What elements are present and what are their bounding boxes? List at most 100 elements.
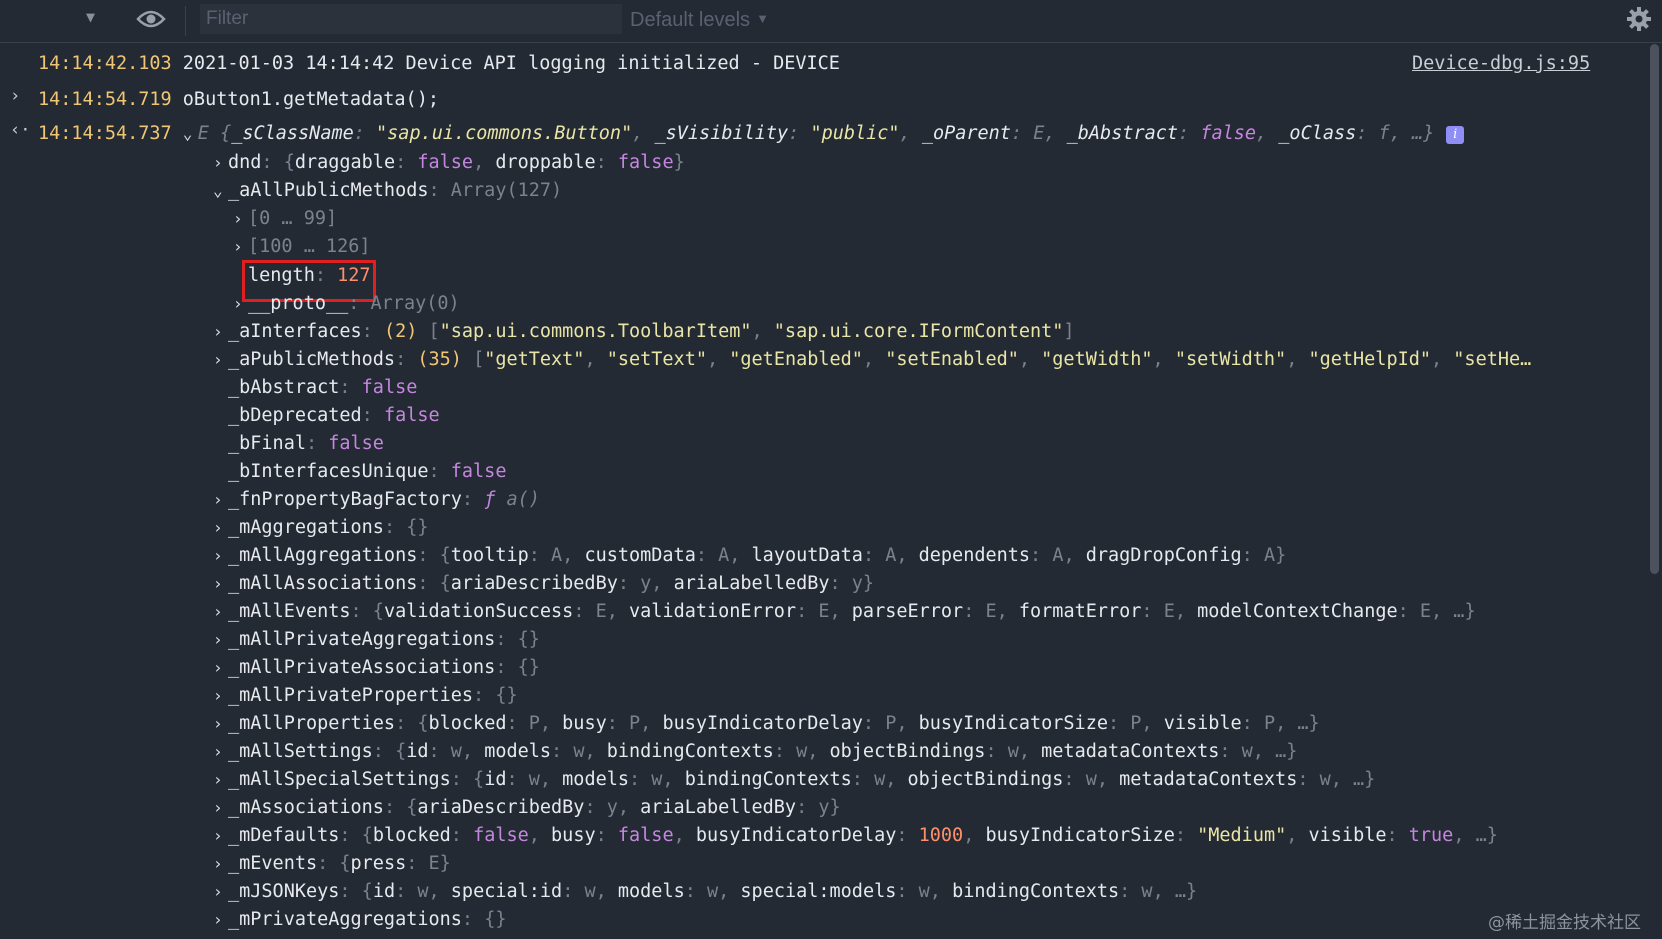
tree-row-m-all-private-properties[interactable]: › _mAllPrivateProperties: {} [213, 682, 518, 710]
expand-right-icon[interactable]: › [213, 486, 225, 514]
expand-right-icon[interactable]: › [213, 822, 225, 850]
prop-value: w [573, 741, 585, 762]
expand-right-icon[interactable]: › [213, 794, 225, 822]
prop-key: _sClassName [231, 123, 354, 144]
tree-row-m-all-settings[interactable]: › _mAllSettings: {id: w, models: w, bindi… [213, 738, 1297, 766]
tree-row-public-methods[interactable]: › _aPublicMethods: (35) ["getText", "setT… [213, 346, 1531, 374]
tree-row-m-private-aggregations[interactable]: › _mPrivateAggregations: {} [213, 906, 506, 934]
expand-right-icon[interactable]: › [213, 598, 225, 626]
prop-value: w [874, 769, 886, 790]
prop-value: E [1419, 601, 1432, 622]
prop-key: _oParent [921, 123, 1011, 144]
prop-value: w [796, 741, 808, 762]
prop-value: w [651, 769, 663, 790]
tree-row-m-aggregations[interactable]: › _mAggregations: {} [213, 514, 429, 542]
prop-value: "Medium" [1197, 825, 1287, 846]
array-count: (2) [383, 321, 418, 342]
prop-key: _mAllPrivateAssociations [228, 657, 496, 678]
prop-value: Array(127) [450, 180, 563, 201]
expand-right-icon[interactable]: › [213, 878, 225, 906]
tree-row-interfaces[interactable]: › _aInterfaces: (2) ["sap.ui.commons.Tool… [213, 318, 1075, 346]
watermark: @稀土掘金技术社区 [1488, 913, 1641, 933]
tree-row-m-associations[interactable]: › _mAssociations: {ariaDescribedBy: y, ar… [213, 794, 841, 822]
gear-icon[interactable] [1626, 6, 1652, 37]
vertical-scrollbar[interactable] [1650, 44, 1659, 574]
prop-key: ariaDescribedBy [450, 573, 618, 594]
result-summary[interactable]: 14:14:54.737 ⌄ E {_sClassName: "sap.ui.co… [38, 120, 1465, 148]
prop-value: E [1033, 123, 1045, 144]
expand-right-icon[interactable]: › [213, 682, 225, 710]
prop-value: E [1163, 601, 1175, 622]
expand-right-icon[interactable]: › [213, 542, 225, 570]
chevron-down-icon[interactable]: ▼ [86, 8, 95, 26]
expand-down-icon[interactable]: ⌄ [183, 120, 195, 148]
tree-row-m-all-private-associations[interactable]: › _mAllPrivateAssociations: {} [213, 654, 540, 682]
expand-right-icon[interactable]: › [213, 906, 225, 934]
prop-value: "setHe… [1453, 349, 1532, 370]
command-text: oButton1.getMetadata(); [182, 89, 439, 110]
prop-key: id [406, 741, 429, 762]
prop-value: {} [517, 657, 540, 678]
prop-value: "getEnabled" [729, 349, 863, 370]
prop-key: objectBindings [829, 741, 986, 762]
prop-key: _mAggregations [228, 517, 384, 538]
source-link[interactable]: Device-dbg.js:95 [1412, 53, 1590, 74]
tree-row-m-all-aggregations[interactable]: › _mAllAggregations: {tooltip: A, customD… [213, 542, 1286, 570]
filter-input[interactable] [200, 4, 622, 34]
expand-right-icon[interactable]: › [233, 233, 245, 261]
eye-icon[interactable] [136, 9, 166, 34]
prop-key: special:id [450, 881, 563, 902]
expand-right-icon[interactable]: › [213, 710, 225, 738]
prop-key: bindingContexts [684, 769, 852, 790]
prop-value: A [1052, 545, 1064, 566]
expand-right-icon[interactable]: › [213, 626, 225, 654]
tree-row-m-all-properties[interactable]: › _mAllProperties: {blocked: P, busy: P, … [213, 710, 1320, 738]
tree-row-m-defaults[interactable]: › _mDefaults: {blocked: false, busy: fals… [213, 822, 1498, 850]
prop-key: metadataContexts [1119, 769, 1298, 790]
tree-row-all-public-methods[interactable]: ⌄ _aAllPublicMethods: Array(127) [213, 177, 562, 205]
tree-row-m-all-private-aggregations[interactable]: › _mAllPrivateAggregations: {} [213, 626, 540, 654]
prop-value: Array(0) [370, 293, 460, 314]
expand-right-icon[interactable]: › [213, 654, 225, 682]
tree-row-m-all-special-settings[interactable]: › _mAllSpecialSettings: {id: w, models: w… [213, 766, 1375, 794]
prop-key: dependents [918, 545, 1031, 566]
expand-right-icon[interactable]: › [213, 318, 225, 346]
prop-key: objectBindings [907, 769, 1064, 790]
expand-right-icon[interactable]: › [213, 346, 225, 374]
prop-key: busyIndicatorSize [985, 825, 1175, 846]
tree-row-range-2[interactable]: › [100 … 126] [233, 233, 371, 261]
prop-key: _mAllAssociations [228, 573, 418, 594]
tree-row-proto[interactable]: › __proto__: Array(0) [233, 290, 460, 318]
tree-row-fn-property-bag[interactable]: › _fnPropertyBagFactory: ƒ a() [213, 486, 540, 514]
info-icon[interactable]: i [1446, 126, 1465, 144]
expand-right-icon[interactable]: › [213, 738, 225, 766]
expand-down-icon[interactable]: ⌄ [213, 177, 225, 205]
prop-key: _bFinal [228, 433, 306, 454]
tree-row-m-json-keys[interactable]: › _mJSONKeys: {id: w, special:id: w, mode… [213, 878, 1197, 906]
prop-key: _mAllPrivateProperties [228, 685, 474, 706]
expand-right-icon[interactable]: › [233, 290, 245, 318]
prop-key: busyIndicatorDelay [662, 713, 863, 734]
tree-row-m-all-associations[interactable]: › _mAllAssociations: {ariaDescribedBy: y,… [213, 570, 874, 598]
prop-value: true [1408, 825, 1454, 846]
expand-right-icon[interactable]: › [213, 766, 225, 794]
tree-row-range-1[interactable]: › [0 … 99] [233, 205, 337, 233]
prop-key: __proto__ [248, 293, 349, 314]
expand-right-icon[interactable]: › [213, 570, 225, 598]
tree-row-m-events[interactable]: › _mEvents: {press: E} [213, 850, 451, 878]
prop-value: A [718, 545, 730, 566]
expand-right-icon[interactable]: › [213, 850, 225, 878]
prop-value: y [640, 573, 652, 594]
prop-value: "public" [810, 123, 900, 144]
expand-right-icon[interactable]: › [213, 514, 225, 542]
prop-key: _mAllSettings [228, 741, 373, 762]
tree-row-dnd[interactable]: › dnd: {draggable: false, droppable: fals… [213, 149, 685, 177]
tree-row-b-abstract: _bAbstract: false [228, 377, 418, 398]
prop-key: _mPrivateAggregations [228, 909, 462, 930]
expand-right-icon[interactable]: › [213, 149, 225, 177]
expand-right-icon[interactable]: › [233, 205, 245, 233]
log-levels-dropdown[interactable]: Default levels ▼ [630, 9, 769, 32]
tree-row-m-all-events[interactable]: › _mAllEvents: {validationSuccess: E, val… [213, 598, 1476, 626]
prop-value: w [1007, 741, 1019, 762]
prop-value: A [551, 545, 563, 566]
